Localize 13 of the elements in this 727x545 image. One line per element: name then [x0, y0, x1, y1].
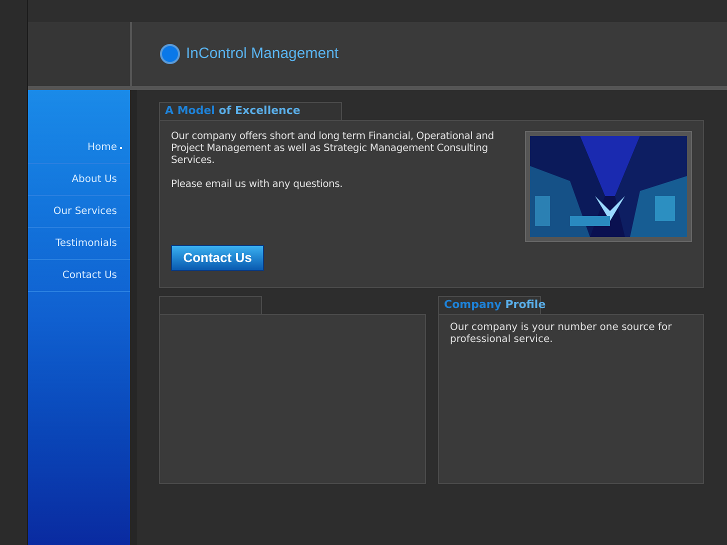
profile-text: Our company is your number one source for professional service. — [450, 322, 673, 346]
intro-text: Please email us with any questions. — [171, 179, 344, 191]
site-title: InControl Management — [186, 44, 339, 64]
nav-label: About Us — [72, 173, 117, 187]
nav-label: Contact Us — [62, 269, 117, 283]
nav-label: Our Services — [53, 205, 117, 219]
section-title: A Model of Excellence — [165, 103, 300, 120]
intro-text: Our company offers short and long term Financial, Operational and Project Management as well as Strategic Management Consulting Services. — [171, 131, 495, 167]
nav-label: Testimonials — [55, 237, 117, 251]
section-title: Company Profile — [444, 297, 546, 314]
nav-label: Home — [87, 141, 117, 155]
logo-icon — [160, 44, 180, 64]
contact-button[interactable]: Contact Us — [171, 245, 264, 271]
